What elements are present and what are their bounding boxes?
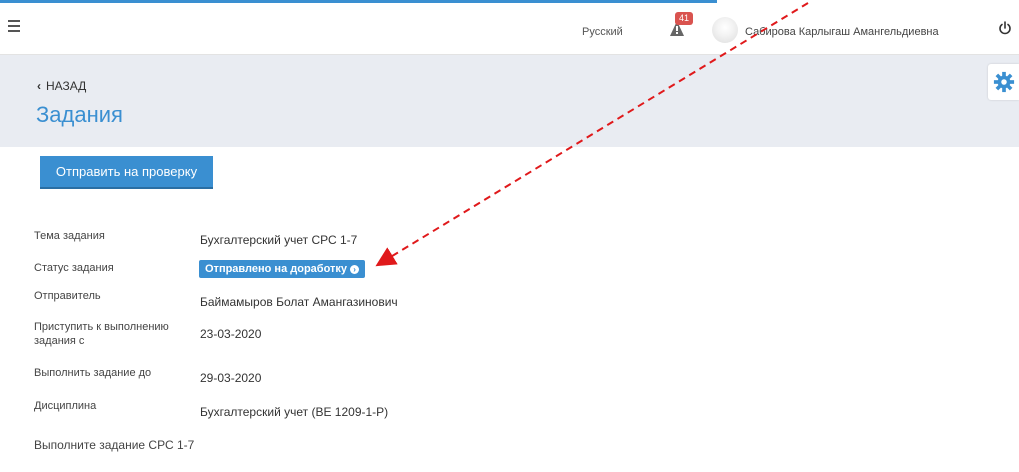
due-date-label: Выполнить задание до <box>34 367 152 379</box>
discipline-value: Бухгалтерский учет (BE 1209-1-P) <box>200 405 389 419</box>
send-for-review-button[interactable]: Отправить на проверку <box>40 156 213 187</box>
settings-tab[interactable] <box>988 64 1019 100</box>
power-icon[interactable] <box>997 20 1013 36</box>
back-link[interactable]: ‹ НАЗАД <box>37 79 86 93</box>
hamburger-menu-icon[interactable] <box>8 20 24 36</box>
chevron-left-icon: ‹ <box>37 79 41 93</box>
status-text: Отправлено на доработку <box>205 263 348 275</box>
page-header <box>0 55 1019 147</box>
top-navbar: Русский 41 Сабирова Карлыгаш Амангельдие… <box>0 0 1019 55</box>
start-date-value: 23-03-2020 <box>200 327 262 341</box>
topic-label: Тема задания <box>34 230 105 242</box>
page-title: Задания <box>36 102 123 127</box>
language-selector[interactable]: Русский <box>582 26 623 38</box>
status-badge[interactable]: Отправлено на доработку › <box>199 260 366 278</box>
discipline-label: Дисциплина <box>34 400 97 412</box>
sender-label: Отправитель <box>34 290 101 302</box>
sender-value: Баймамыров Болат Амангазинович <box>200 295 398 309</box>
task-instruction: Выполните задание СРС 1-7 <box>34 438 195 452</box>
task-content-panel <box>10 147 1009 472</box>
avatar[interactable] <box>712 17 738 43</box>
gear-icon <box>993 71 1015 93</box>
topbar-accent-line <box>0 0 717 3</box>
back-label: НАЗАД <box>46 79 87 93</box>
due-date-value: 29-03-2020 <box>200 371 262 385</box>
chevron-right-circle-icon: › <box>350 265 360 274</box>
topic-value: Бухгалтерский учет СРС 1-7 <box>200 233 358 247</box>
start-date-label-line1: Приступить к выполнению <box>34 321 169 333</box>
notification-count-badge: 41 <box>675 12 694 25</box>
status-label: Статус задания <box>34 262 114 274</box>
start-date-label-line2: задания с <box>34 335 85 347</box>
start-date-label: Приступить к выполнению задания с <box>34 320 169 348</box>
user-name[interactable]: Сабирова Карлыгаш Амангельдиевна <box>745 26 939 38</box>
